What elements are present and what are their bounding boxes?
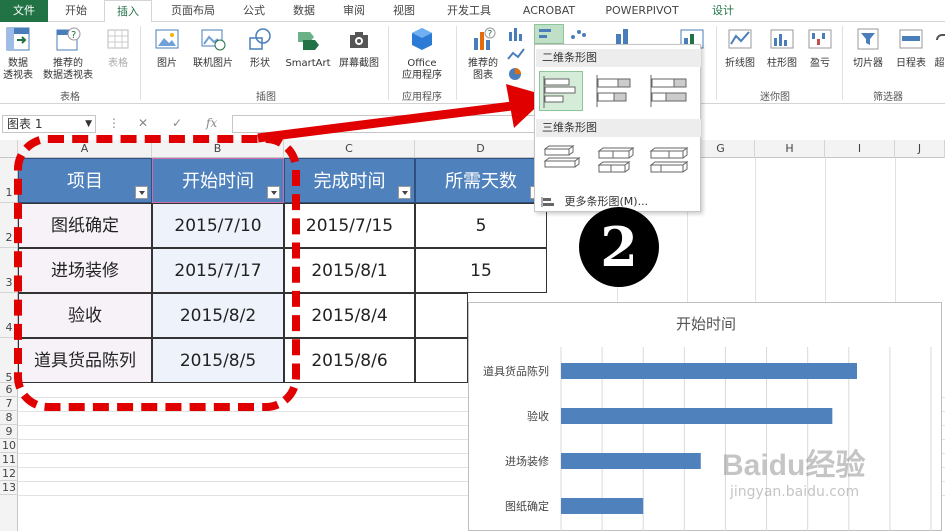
stacked-bar-icon [596, 75, 631, 107]
chart-bar[interactable] [561, 498, 644, 514]
3d-percent-stacked-bar-icon [649, 147, 689, 173]
3d-clustered-bar-icon [543, 145, 581, 168]
more-bar-charts-link[interactable]: 更多条形图(M)... [541, 193, 648, 209]
percent-stacked-bar-option[interactable] [647, 71, 691, 111]
chart-category-labels: 道具货品陈列验收进场装修图纸确定 [483, 364, 549, 513]
bar-chart-small-icon [541, 197, 554, 207]
bar-chart-dropdown: 二维条形图 三维条形图 更多条形图(M)... [534, 44, 701, 212]
chart-category-label: 进场装修 [505, 454, 549, 468]
section-2d-bar: 二维条形图 [536, 49, 701, 67]
3d-clustered-bar-option[interactable] [539, 141, 583, 181]
section-3d-bar: 三维条形图 [536, 119, 701, 137]
baidu-watermark: Baidu经验 jingyan.baidu.com [722, 440, 865, 500]
watermark-url: jingyan.baidu.com [730, 484, 860, 500]
chart-category-label: 道具货品陈列 [483, 364, 549, 378]
stacked-bar-option[interactable] [593, 71, 637, 111]
percent-stacked-bar-icon [650, 75, 687, 107]
step-number-marker: 2 [579, 207, 659, 287]
watermark-logo: Baidu经验 [722, 449, 866, 482]
chart-bar[interactable] [561, 453, 701, 469]
bar-chart[interactable]: 开始时间 道具货品陈列验收进场装修图纸确定 [468, 302, 942, 531]
chart-canvas: 开始时间 道具货品陈列验收进场装修图纸确定 [483, 315, 932, 531]
clustered-bar-icon [543, 76, 576, 108]
chart-bar[interactable] [561, 363, 857, 379]
chart-title: 开始时间 [676, 315, 736, 333]
3d-percent-stacked-bar-option[interactable] [647, 141, 691, 181]
3d-stacked-bar-option[interactable] [593, 141, 637, 181]
chart-bar[interactable] [561, 408, 833, 424]
more-bar-charts-label: 更多条形图(M)... [564, 195, 649, 208]
3d-stacked-bar-icon [597, 147, 635, 173]
chart-category-label: 验收 [527, 409, 549, 423]
clustered-bar-option[interactable] [539, 71, 583, 111]
chart-category-label: 图纸确定 [505, 499, 549, 513]
